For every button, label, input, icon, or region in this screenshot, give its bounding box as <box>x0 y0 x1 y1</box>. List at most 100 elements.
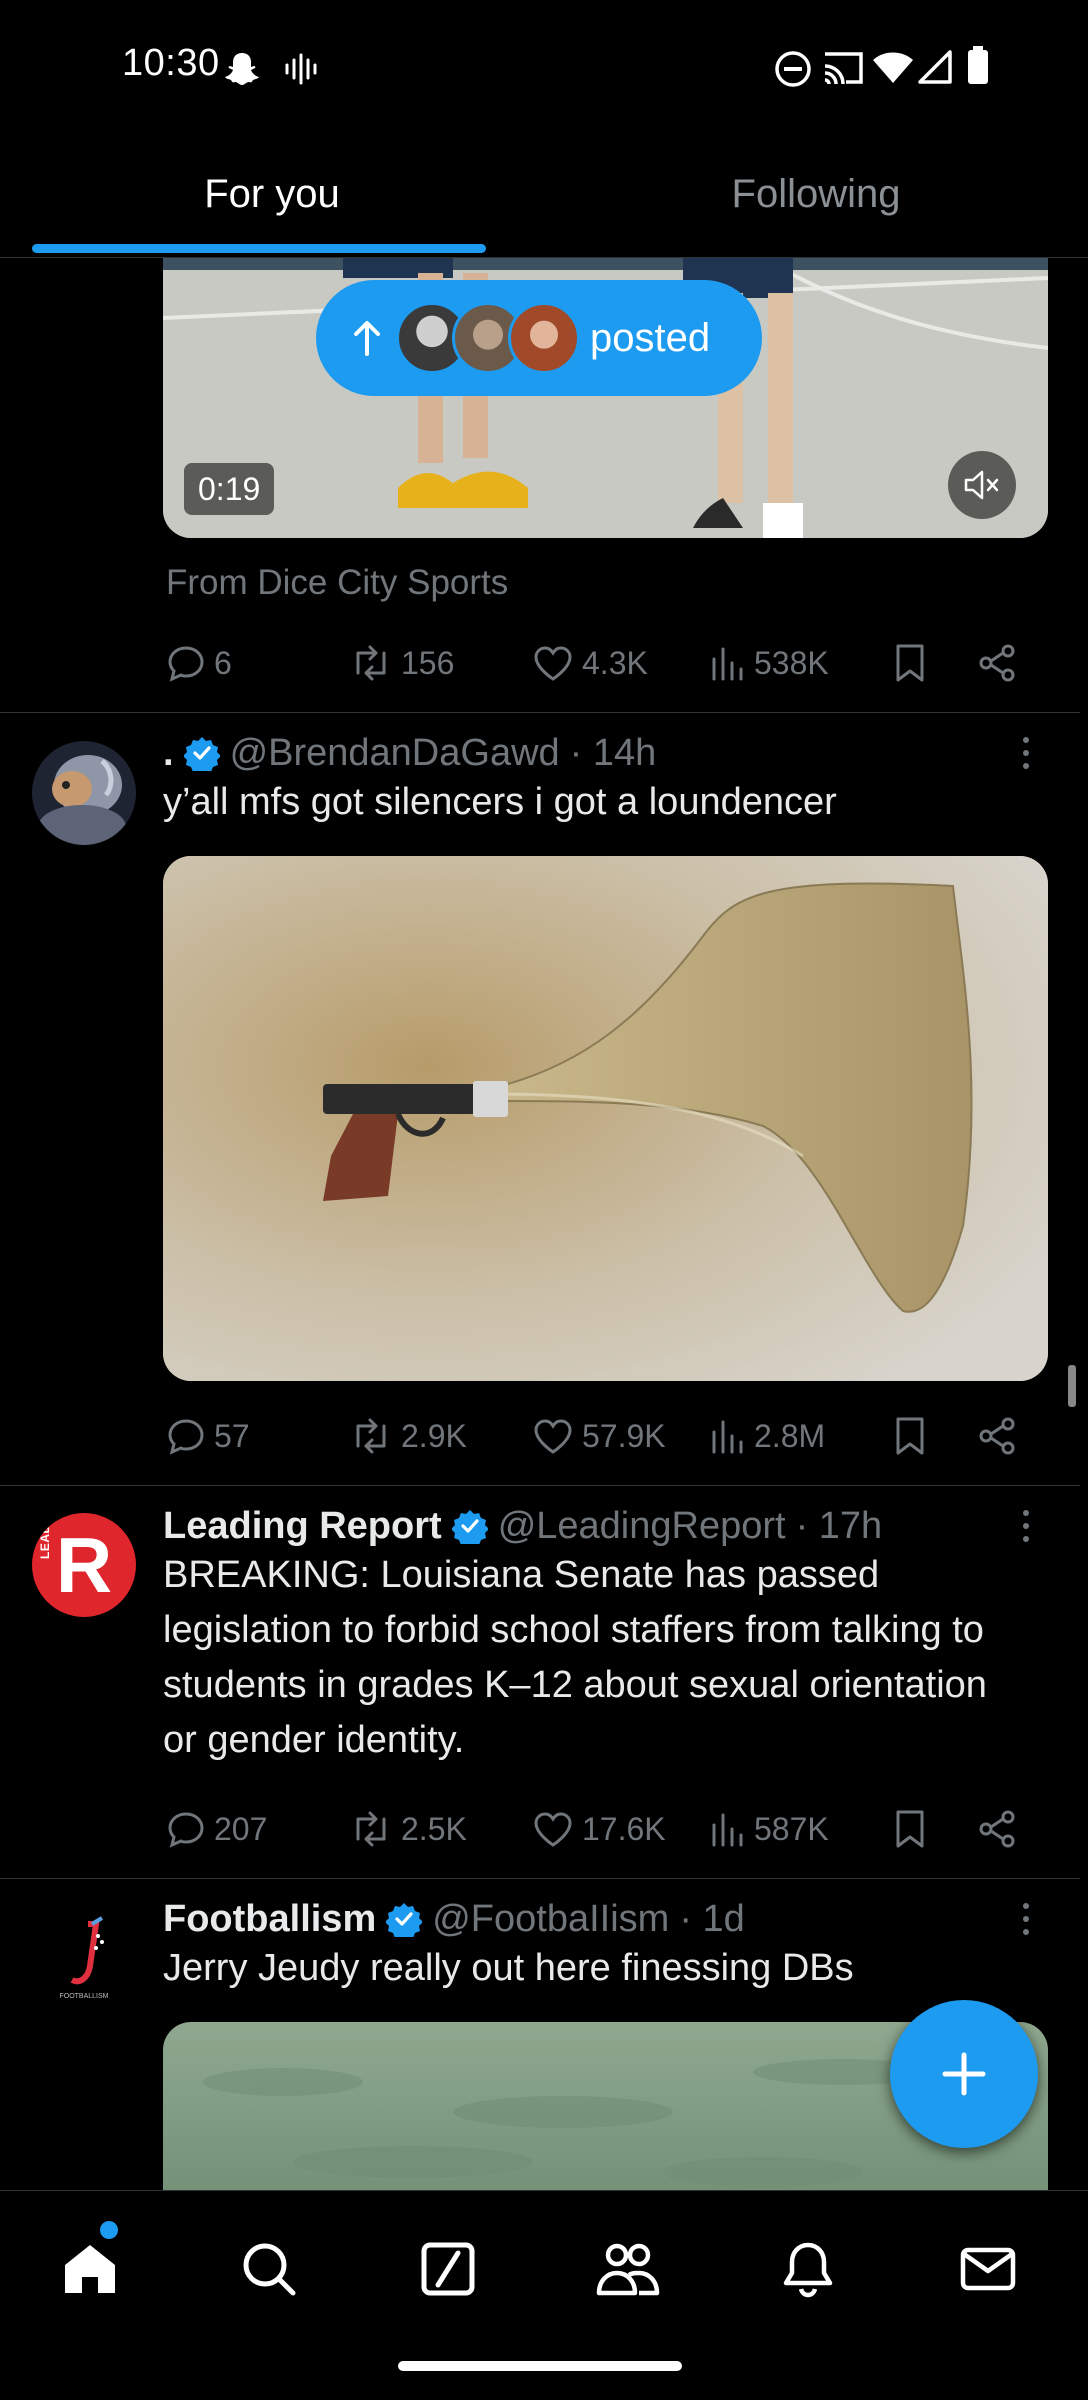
tab-for-you[interactable]: For you <box>0 130 544 258</box>
share-icon <box>979 1810 1015 1848</box>
tab-following[interactable]: Following <box>544 130 1088 258</box>
bookmark-button[interactable] <box>893 1801 927 1857</box>
like-count: 57.9K <box>582 1417 666 1454</box>
plus-icon <box>942 2052 986 2096</box>
status-bar: 10:30 <box>0 0 1088 130</box>
more-options-button[interactable] <box>1014 1894 1038 1944</box>
reply-count: 57 <box>214 1417 250 1454</box>
post-actions: 207 2.5K 17.6K 587K <box>166 1801 1026 1857</box>
post-actions: 57 2.9K 57.9K 2.8M <box>166 1408 1026 1464</box>
tweet-text: Jerry Jeudy really out here finessing DB… <box>163 1947 854 1989</box>
share-icon <box>979 644 1015 682</box>
signal-icon <box>918 50 952 84</box>
tweet-time: · 1d <box>679 1897 745 1940</box>
like-button[interactable]: 4.3K <box>532 635 648 691</box>
repost-button[interactable]: 156 <box>349 635 454 691</box>
avatar[interactable] <box>32 741 136 845</box>
analytics-icon <box>712 1420 743 1454</box>
tweet-divider <box>0 1485 1080 1486</box>
like-count: 17.6K <box>582 1810 666 1847</box>
nav-communities[interactable] <box>588 2229 668 2309</box>
reply-icon <box>168 1812 204 1848</box>
author-name[interactable]: . <box>163 732 174 775</box>
author-name[interactable]: Footballism <box>163 1898 376 1941</box>
like-button[interactable]: 17.6K <box>532 1801 666 1857</box>
footballism-logo-text: FOOTBALLISM <box>59 1993 108 2000</box>
verified-badge-icon <box>451 1510 488 1544</box>
share-button[interactable] <box>978 1801 1018 1857</box>
heart-icon <box>534 646 572 681</box>
arrow-up-icon <box>354 321 380 356</box>
analytics-icon <box>712 1813 743 1847</box>
reply-button[interactable]: 207 <box>166 1801 267 1857</box>
notification-dot <box>100 2221 118 2239</box>
share-icon <box>979 1417 1015 1455</box>
verified-badge-icon <box>183 737 220 771</box>
views-button[interactable]: 587K <box>710 1801 829 1857</box>
tweet-header: Leading Report @LeadingReport · 17h <box>163 1501 882 1551</box>
nav-messages[interactable] <box>948 2229 1028 2309</box>
from-label[interactable]: From Dice City Sports <box>166 563 508 603</box>
more-options-button[interactable] <box>1014 728 1038 778</box>
bottom-navigation <box>0 2190 1088 2400</box>
author-name[interactable]: Leading Report <box>163 1505 442 1548</box>
more-options-button[interactable] <box>1014 1501 1038 1551</box>
bookmark-button[interactable] <box>893 1408 927 1464</box>
repost-icon <box>356 645 386 681</box>
avatar[interactable]: R LEADING <box>32 1513 136 1617</box>
reply-button[interactable]: 57 <box>166 1408 250 1464</box>
communities-icon <box>596 2243 660 2296</box>
compose-post-button[interactable] <box>890 2000 1038 2148</box>
nav-notifications[interactable] <box>768 2229 848 2309</box>
mute-button[interactable] <box>948 451 1016 519</box>
tweet-divider <box>0 712 1080 713</box>
status-time: 10:30 <box>122 42 220 84</box>
scrollbar-thumb[interactable] <box>1068 1365 1076 1407</box>
heart-icon <box>534 1812 572 1847</box>
author-handle[interactable]: @FootbaIIism <box>432 1898 669 1941</box>
bell-icon <box>783 2242 833 2298</box>
reply-count: 207 <box>214 1810 268 1847</box>
gun-with-horn-image <box>163 856 1048 1381</box>
nav-grok[interactable] <box>408 2229 488 2309</box>
search-icon <box>243 2243 296 2296</box>
repost-count: 2.9K <box>401 1417 467 1454</box>
like-count: 4.3K <box>582 644 648 681</box>
repost-count: 156 <box>401 644 455 681</box>
author-handle[interactable]: @BrendanDaGawd <box>230 732 560 775</box>
share-button[interactable] <box>978 635 1018 691</box>
tweet-divider <box>0 1878 1080 1879</box>
bookmark-button[interactable] <box>893 635 927 691</box>
tweet-image[interactable] <box>163 856 1048 1381</box>
repost-button[interactable]: 2.5K <box>349 1801 467 1857</box>
timeline-feed[interactable]: 0:19 posted From Dice City Sports 6 156 <box>0 258 1088 2190</box>
do-not-disturb-icon <box>775 51 811 87</box>
views-button[interactable]: 2.8M <box>710 1408 825 1464</box>
nav-search[interactable] <box>229 2229 309 2309</box>
avatar <box>508 302 580 374</box>
avatar-small-text: LEADING <box>38 1513 52 1559</box>
bookmark-icon <box>896 644 924 682</box>
share-button[interactable] <box>978 1408 1018 1464</box>
author-handle[interactable]: @LeadingReport <box>498 1505 786 1548</box>
view-count: 587K <box>754 1810 829 1847</box>
snapchat-icon <box>225 53 259 85</box>
tweet-time: · 17h <box>795 1504 883 1547</box>
view-count: 538K <box>754 644 829 681</box>
analytics-icon <box>712 647 743 681</box>
speaker-muted-icon <box>964 470 999 500</box>
cast-icon <box>824 52 863 85</box>
footballism-logo: FOOTBALLISM <box>59 1916 109 2000</box>
like-button[interactable]: 57.9K <box>532 1408 666 1464</box>
gesture-home-bar[interactable] <box>398 2361 682 2371</box>
new-posts-label: posted <box>590 316 711 360</box>
bookmark-icon <box>896 1417 924 1455</box>
nav-home[interactable] <box>50 2229 130 2309</box>
tab-active-indicator <box>32 244 486 253</box>
tweet-text: BREAKING: Louisiana Senate has passed le… <box>163 1554 987 1761</box>
repost-button[interactable]: 2.9K <box>349 1408 467 1464</box>
avatar[interactable]: FOOTBALLISM <box>32 1906 136 2010</box>
views-button[interactable]: 538K <box>710 635 829 691</box>
new-posts-pill[interactable]: posted <box>316 280 762 396</box>
reply-button[interactable]: 6 <box>166 635 232 691</box>
